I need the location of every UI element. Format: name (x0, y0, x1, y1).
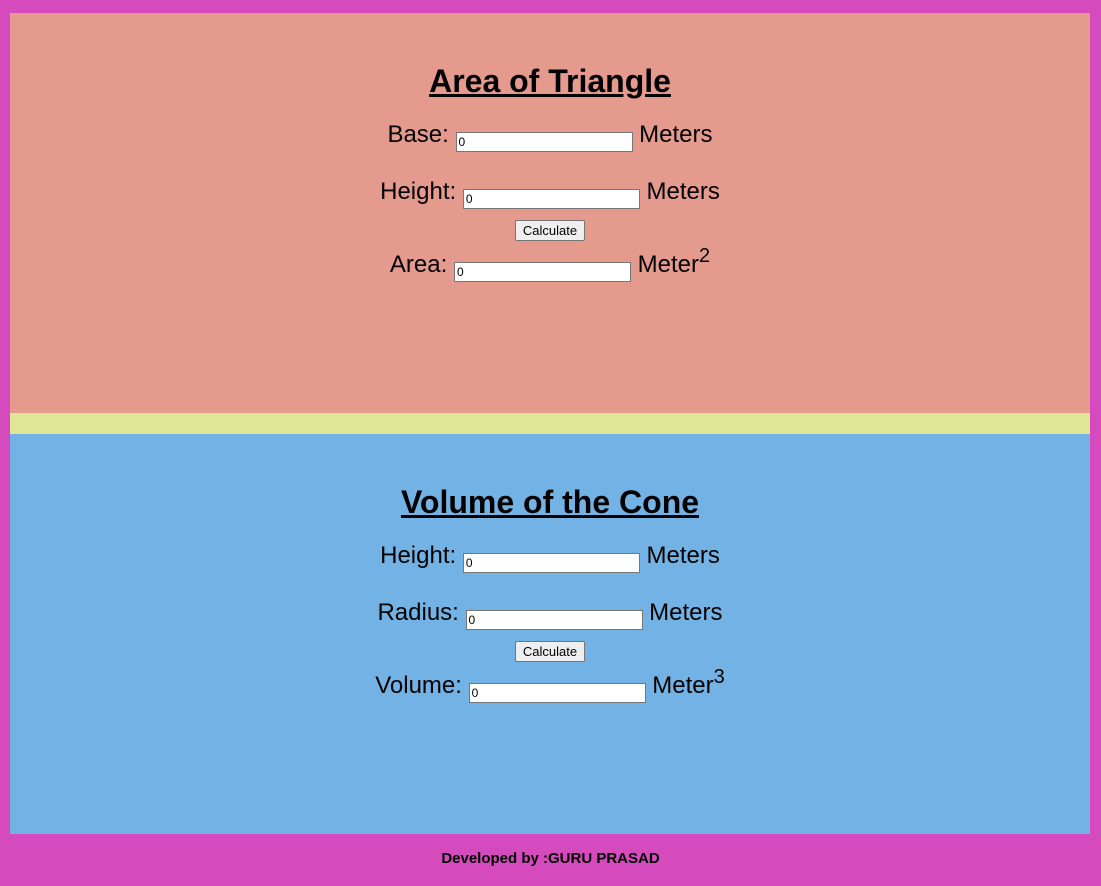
radius-input[interactable] (465, 610, 643, 630)
cone-height-label: Height: (380, 542, 457, 569)
area-unit-exponent: 2 (698, 245, 711, 267)
base-row: Base: Meters (10, 121, 1090, 152)
triangle-button-row: Calculate (10, 220, 1090, 241)
radius-label: Radius: (377, 599, 459, 626)
triangle-section: Area of Triangle Base: Meters Height: Me… (10, 13, 1090, 413)
area-output[interactable] (453, 262, 631, 282)
triangle-height-label: Height: (380, 178, 457, 205)
triangle-title: Area of Triangle (429, 63, 671, 99)
triangle-height-unit: Meters (646, 178, 720, 205)
triangle-height-row: Height: Meters (10, 178, 1090, 209)
cone-height-input[interactable] (462, 553, 640, 573)
volume-unit-exponent: 3 (713, 666, 725, 688)
area-unit: Meter2 (637, 246, 710, 278)
base-label: Base: (387, 121, 449, 148)
volume-row: Volume: Meter3 (10, 667, 1090, 703)
volume-output[interactable] (468, 683, 646, 703)
cone-height-unit: Meters (646, 542, 720, 569)
footer-credit: Developed by :GURU PRASAD (441, 850, 660, 867)
radius-unit: Meters (649, 599, 723, 626)
triangle-calculate-button[interactable]: Calculate (514, 220, 586, 241)
area-row: Area: Meter2 (10, 246, 1090, 282)
volume-label: Volume: (375, 672, 462, 699)
volume-unit: Meter3 (652, 667, 724, 699)
cone-section: Volume of the Cone Height: Meters Radius… (10, 434, 1090, 834)
radius-row: Radius: Meters (10, 599, 1090, 630)
cone-button-row: Calculate (10, 641, 1090, 662)
area-label: Area: (389, 251, 448, 278)
section-separator (10, 413, 1090, 434)
area-unit-text: Meter (637, 251, 699, 278)
cone-height-row: Height: Meters (10, 542, 1090, 573)
triangle-height-input[interactable] (462, 189, 640, 209)
cone-calculate-button[interactable]: Calculate (514, 641, 586, 662)
base-input[interactable] (455, 132, 633, 152)
cone-title: Volume of the Cone (400, 484, 700, 520)
base-unit: Meters (639, 121, 713, 148)
volume-unit-text: Meter (652, 672, 714, 699)
